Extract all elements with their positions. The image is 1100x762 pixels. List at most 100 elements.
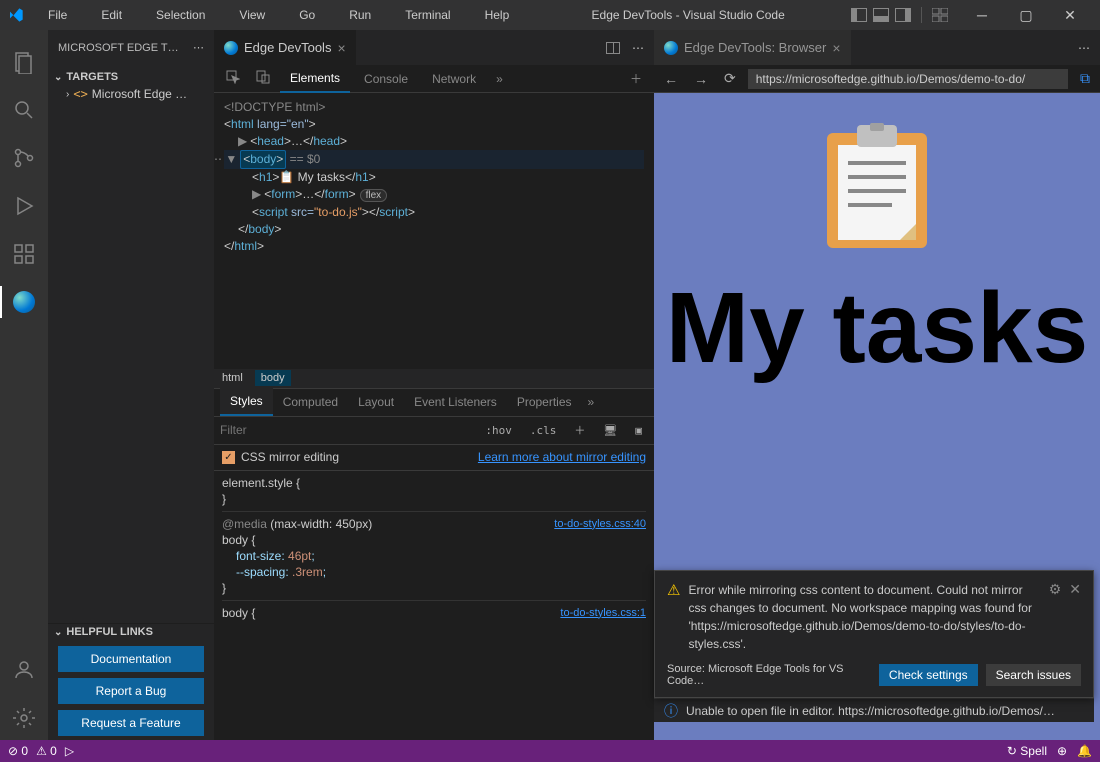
- status-notifications-icon[interactable]: 🔔: [1077, 744, 1092, 758]
- reload-button[interactable]: ⟳: [720, 68, 740, 89]
- customize-layout-icon[interactable]: [932, 8, 948, 22]
- dom-doctype[interactable]: <!DOCTYPE html>: [224, 99, 644, 116]
- breadcrumb-body[interactable]: body: [255, 370, 291, 386]
- source-link[interactable]: to-do-styles.css:40: [554, 516, 646, 532]
- activity-edge-devtools[interactable]: [0, 278, 48, 326]
- maximize-button[interactable]: ▢: [1004, 0, 1048, 30]
- styles-tab-computed[interactable]: Computed: [273, 389, 348, 415]
- styles-filter-input[interactable]: [220, 423, 473, 437]
- menu-terminal[interactable]: Terminal: [389, 4, 466, 26]
- dom-html-open[interactable]: <html lang="en">: [224, 116, 644, 133]
- status-debug-icon[interactable]: ▷: [65, 744, 74, 758]
- close-icon[interactable]: ×: [337, 40, 345, 56]
- toggle-panel-icon[interactable]: [873, 8, 889, 22]
- more-actions-icon[interactable]: ⋯: [632, 41, 644, 55]
- more-tabs-icon[interactable]: »: [582, 391, 601, 413]
- styles-tab-event-listeners[interactable]: Event Listeners: [404, 389, 507, 415]
- dom-form[interactable]: ▶<form>…</form>flex: [224, 186, 644, 204]
- activity-explorer[interactable]: [0, 38, 48, 86]
- tabs-devtools: Edge DevTools × ⋯: [214, 30, 654, 65]
- styles-tab-layout[interactable]: Layout: [348, 389, 404, 415]
- status-warnings[interactable]: ⚠ 0: [36, 744, 57, 758]
- back-button[interactable]: ←: [660, 69, 682, 89]
- css-pane[interactable]: element.style { } to-do-styles.css:40 @m…: [214, 471, 654, 743]
- breadcrumb-html[interactable]: html: [222, 372, 243, 384]
- inspect-element-icon[interactable]: [220, 66, 246, 91]
- dom-script[interactable]: <script src="to-do.js"></script>: [224, 204, 644, 221]
- devtools-tab-elements[interactable]: Elements: [280, 65, 350, 93]
- screencast-settings-icon[interactable]: ⧉: [1076, 68, 1094, 89]
- sidebar-title-text: MICROSOFT EDGE T…: [58, 42, 179, 54]
- devtools-tab-network[interactable]: Network: [422, 66, 486, 92]
- search-issues-button[interactable]: Search issues: [986, 664, 1081, 686]
- tab-edge-devtools-browser[interactable]: Edge DevTools: Browser ×: [654, 30, 852, 65]
- documentation-button[interactable]: Documentation: [58, 646, 204, 672]
- split-editor-icon[interactable]: [606, 42, 620, 54]
- forward-button[interactable]: →: [690, 69, 712, 89]
- tab-edge-devtools[interactable]: Edge DevTools ×: [214, 30, 357, 65]
- flex-badge[interactable]: flex: [360, 189, 388, 202]
- new-style-rule-icon[interactable]: ＋: [568, 420, 591, 440]
- css-prop[interactable]: font-size: 46pt;: [222, 549, 315, 563]
- dom-body-close[interactable]: </body>: [224, 221, 644, 238]
- report-bug-button[interactable]: Report a Bug: [58, 678, 204, 704]
- editor-status-error[interactable]: ⓘ Unable to open file in editor. https:/…: [654, 698, 1094, 722]
- menu-help[interactable]: Help: [469, 4, 526, 26]
- minimize-button[interactable]: ─: [960, 0, 1004, 30]
- dom-html-close[interactable]: </html>: [224, 238, 644, 255]
- activity-settings[interactable]: [0, 694, 48, 742]
- dom-h1[interactable]: <h1>📋 My tasks</h1>: [224, 169, 644, 186]
- url-bar[interactable]: https://microsoftedge.github.io/Demos/de…: [748, 69, 1068, 89]
- computed-styles-icon[interactable]: ▣: [629, 422, 648, 439]
- menu-file[interactable]: File: [32, 4, 83, 26]
- hov-button[interactable]: :hov: [479, 422, 518, 439]
- rule-selector[interactable]: body {: [222, 533, 255, 547]
- cls-button[interactable]: .cls: [524, 422, 563, 439]
- helpful-links-header[interactable]: ⌄ HELPFUL LINKS: [48, 624, 214, 640]
- toggle-primary-sidebar-icon[interactable]: [851, 8, 867, 22]
- dom-head[interactable]: ▶<head>…</head>: [224, 133, 644, 150]
- status-errors[interactable]: ⊘ 0: [8, 744, 28, 758]
- notification-close-icon[interactable]: ✕: [1069, 581, 1081, 598]
- check-settings-button[interactable]: Check settings: [879, 664, 978, 686]
- sidebar-item-target[interactable]: › <> Microsoft Edge …: [48, 85, 214, 103]
- status-feedback-icon[interactable]: ⊕: [1057, 744, 1067, 758]
- close-button[interactable]: ✕: [1048, 0, 1092, 30]
- toggle-secondary-sidebar-icon[interactable]: [895, 8, 911, 22]
- learn-more-link[interactable]: Learn more about mirror editing: [478, 450, 646, 464]
- activity-extensions[interactable]: [0, 230, 48, 278]
- media-query[interactable]: @media (max-width: 450px): [222, 517, 372, 531]
- css-prop[interactable]: --spacing: .3rem;: [222, 565, 326, 579]
- dom-tree[interactable]: <!DOCTYPE html> <html lang="en"> ▶<head>…: [214, 93, 654, 369]
- toggle-common-rendering-icon[interactable]: 🖥: [597, 422, 623, 439]
- request-feature-button[interactable]: Request a Feature: [58, 710, 204, 736]
- mirror-checkbox[interactable]: ✓: [222, 451, 235, 464]
- activity-accounts[interactable]: [0, 646, 48, 694]
- menu-selection[interactable]: Selection: [140, 4, 221, 26]
- activity-search[interactable]: [0, 86, 48, 134]
- activity-source-control[interactable]: [0, 134, 48, 182]
- menu-go[interactable]: Go: [283, 4, 331, 26]
- menu-edit[interactable]: Edit: [85, 4, 138, 26]
- rule-selector[interactable]: element.style {: [222, 476, 300, 490]
- source-link[interactable]: to-do-styles.css:1: [560, 605, 646, 621]
- dom-body[interactable]: ⋯ ▼<body> == $0: [224, 150, 644, 169]
- close-icon[interactable]: ×: [832, 40, 840, 56]
- activity-run-debug[interactable]: [0, 182, 48, 230]
- sidebar-more-icon[interactable]: ⋯: [193, 41, 204, 54]
- styles-tab-styles[interactable]: Styles: [220, 388, 273, 416]
- notification-settings-icon[interactable]: ⚙: [1049, 581, 1062, 598]
- targets-header[interactable]: ⌄ TARGETS: [48, 69, 214, 85]
- new-tab-icon[interactable]: ＋: [624, 66, 648, 91]
- rule-selector[interactable]: body {: [222, 606, 255, 620]
- menu-view[interactable]: View: [223, 4, 281, 26]
- more-actions-icon[interactable]: ⋯: [1078, 41, 1090, 55]
- editor-group-devtools: Edge DevTools × ⋯ Elements Console Netwo…: [214, 30, 654, 742]
- styles-tab-properties[interactable]: Properties: [507, 389, 582, 415]
- devtools-tab-console[interactable]: Console: [354, 66, 418, 92]
- more-tabs-icon[interactable]: »: [490, 68, 509, 90]
- css-mirror-row: ✓ CSS mirror editing Learn more about mi…: [214, 445, 654, 471]
- menu-run[interactable]: Run: [333, 4, 387, 26]
- device-emulation-icon[interactable]: [250, 66, 276, 91]
- status-spell[interactable]: ↻ Spell: [1007, 744, 1047, 758]
